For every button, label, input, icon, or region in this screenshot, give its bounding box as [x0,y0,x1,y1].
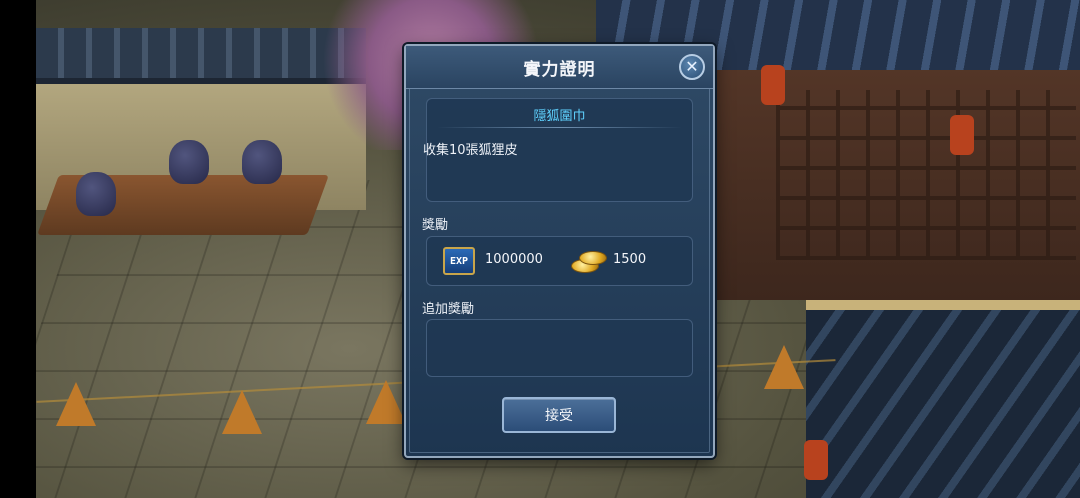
quest-panel: 隱狐圍巾 收集10張狐狸皮 [423,98,693,202]
dialog-title-bar: 實力證明 [406,46,713,89]
screen-edge [0,0,36,498]
dialog-title: 實力證明 [523,59,596,80]
accept-button[interactable]: 接受 [502,397,616,433]
reward-label: 獎勵 [422,218,449,233]
quest-description: 收集10張狐狸皮 [423,143,518,158]
wine-jar [76,172,116,216]
close-button[interactable]: ✕ [679,54,705,80]
accept-button-label: 接受 [545,408,573,424]
red-lantern [761,65,785,105]
close-icon: ✕ [685,57,699,76]
wine-jar [169,140,209,184]
exp-icon-text: EXP [449,255,469,267]
red-lantern [950,115,974,155]
right-roof-bottom [806,300,1080,498]
exp-reward-value: 1000000 [485,252,543,267]
red-lantern [804,440,828,480]
wine-jar [242,140,282,184]
reward-panel: EXP 1000000 1500 [426,236,693,286]
gold-coins-icon [571,249,607,273]
extra-reward-label: 追加獎勵 [422,302,475,317]
lattice-window [776,90,1076,260]
quest-name: 隱狐圍巾 [533,109,586,124]
gold-reward-value: 1500 [613,252,647,267]
quest-dialog: 實力證明 ✕ 隱狐圍巾 收集10張狐狸皮 獎勵 EXP 1000000 1500… [404,44,715,458]
extra-reward-panel [426,319,693,377]
exp-scroll-icon: EXP [443,247,475,275]
divider [437,127,682,128]
